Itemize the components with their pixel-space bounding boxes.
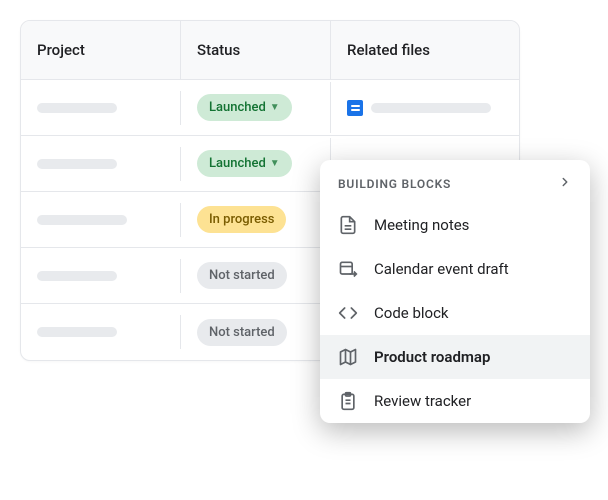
column-header-files: Related files [331,21,519,79]
menu-item-meeting-notes[interactable]: Meeting notes [320,203,590,247]
calendar-draft-icon [338,259,358,279]
status-label: Not started [209,268,275,283]
project-name-placeholder [37,159,117,169]
map-icon [338,347,358,367]
project-name-placeholder [37,103,117,113]
menu-item-label: Meeting notes [374,216,469,234]
status-label: Launched [209,156,266,171]
caret-down-icon: ▼ [270,102,280,113]
column-header-project: Project [21,21,181,79]
status-chip-not-started[interactable]: Not started [197,319,287,346]
chevron-right-icon [558,174,572,193]
status-chip-in-progress[interactable]: In progress [197,206,286,233]
menu-title: BUILDING BLOCKS [338,177,451,191]
file-name-placeholder [371,103,491,113]
file-chip[interactable] [347,100,491,116]
menu-item-label: Code block [374,304,449,322]
status-label: Not started [209,325,275,340]
project-name-placeholder [37,215,127,225]
status-chip-launched[interactable]: Launched ▼ [197,150,292,177]
column-header-status: Status [181,21,331,79]
project-name-placeholder [37,271,117,281]
status-label: Launched [209,100,266,115]
table-header-row: Project Status Related files [21,21,519,80]
status-chip-not-started[interactable]: Not started [197,262,287,289]
code-icon [338,303,358,323]
menu-item-calendar-event-draft[interactable]: Calendar event draft [320,247,590,291]
menu-item-review-tracker[interactable]: Review tracker [320,379,590,423]
table-row: Launched ▼ [21,80,519,136]
project-name-placeholder [37,327,117,337]
menu-item-label: Review tracker [374,392,471,410]
status-chip-launched[interactable]: Launched ▼ [197,94,292,121]
menu-item-label: Calendar event draft [374,260,509,278]
status-label: In progress [209,212,274,227]
caret-down-icon: ▼ [270,158,280,169]
menu-item-product-roadmap[interactable]: Product roadmap [320,335,590,379]
document-icon [338,215,358,235]
menu-header[interactable]: BUILDING BLOCKS [320,160,590,203]
menu-item-code-block[interactable]: Code block [320,291,590,335]
building-blocks-menu: BUILDING BLOCKS Meeting notes Calendar e… [320,160,590,423]
doc-icon [347,100,363,116]
menu-item-label: Product roadmap [374,348,490,366]
clipboard-icon [338,391,358,411]
